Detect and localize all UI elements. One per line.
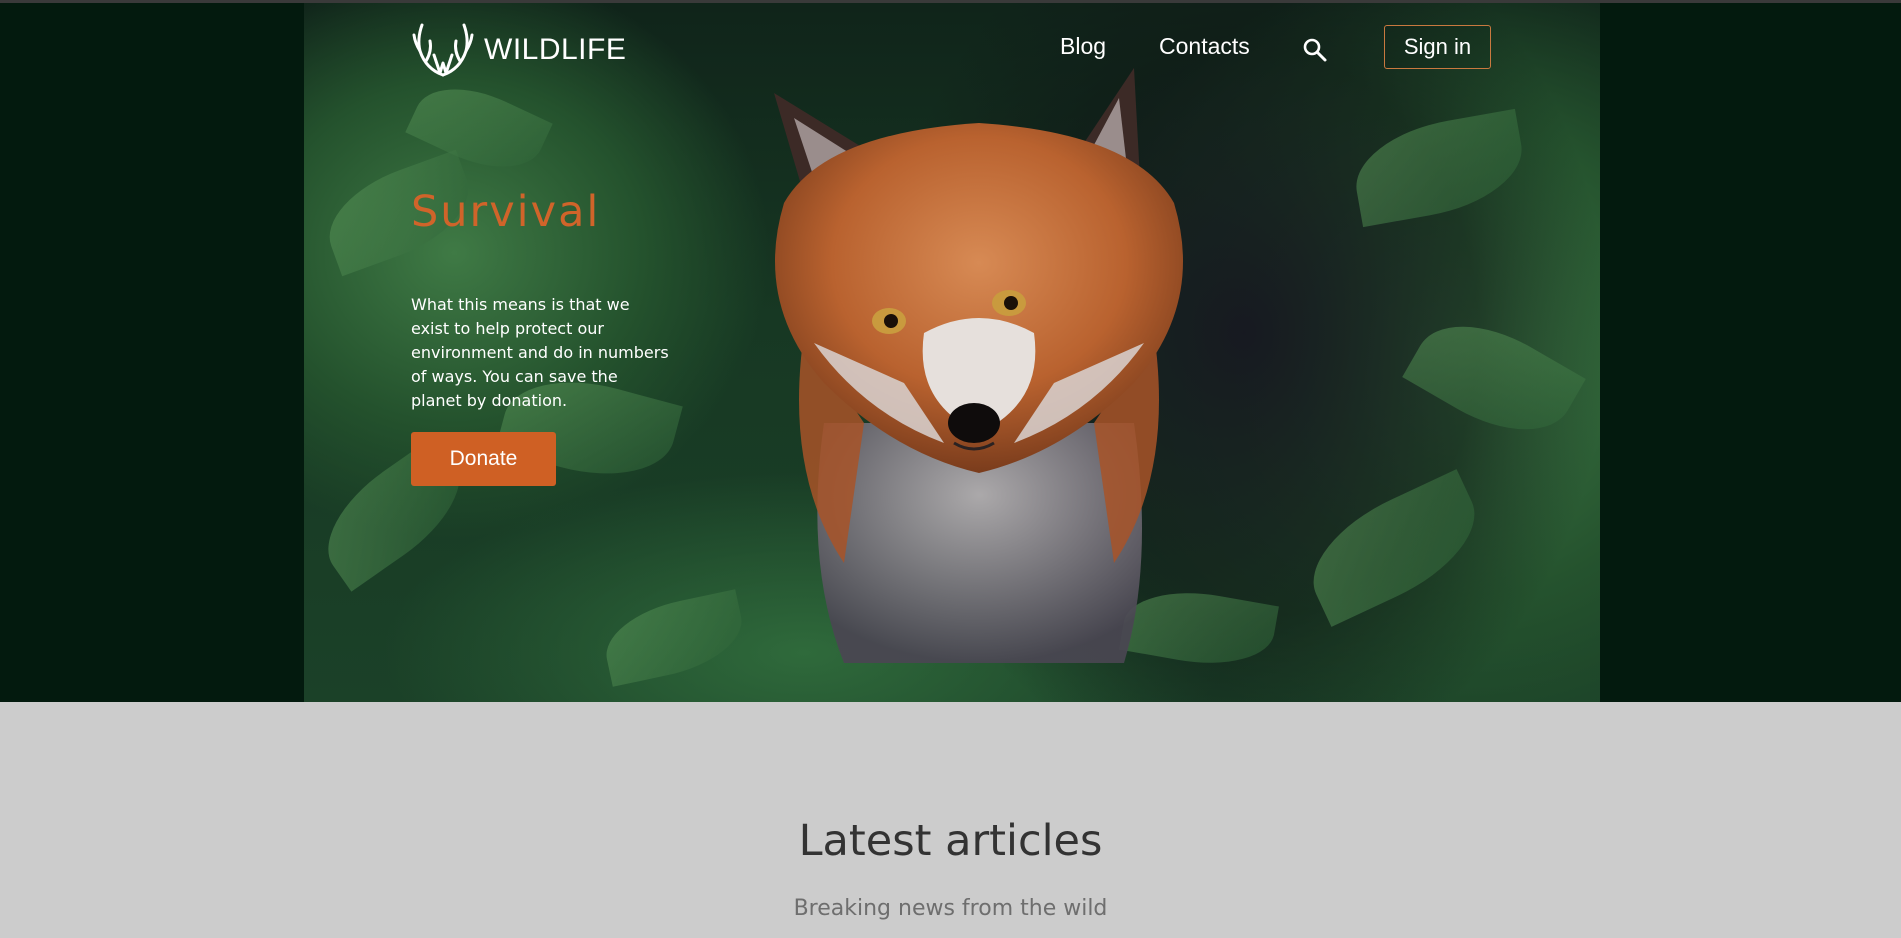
sign-in-button[interactable]: Sign in [1384,25,1491,69]
hero-section: WILDLIFE Blog Contacts Sign in Survival … [0,3,1901,702]
logo-text: WILDLIFE [484,33,627,66]
hero-description: What this means is that we exist to help… [411,295,669,410]
section-title: Latest articles [798,816,1103,866]
logo[interactable]: WILDLIFE [412,21,626,79]
nav-link-contacts[interactable]: Contacts [1159,33,1250,60]
hero-title: Survival [411,187,601,237]
antlers-icon [412,23,474,77]
search-icon[interactable] [1302,37,1328,63]
donate-button[interactable]: Donate [411,432,556,486]
nav-link-blog[interactable]: Blog [1060,33,1106,60]
top-navigation: WILDLIFE Blog Contacts Sign in [304,3,1600,95]
hero-image: WILDLIFE Blog Contacts Sign in Survival … [304,3,1600,702]
section-subtitle: Breaking news from the wild [793,896,1108,921]
latest-articles-section: Latest articles Breaking news from the w… [0,702,1901,938]
